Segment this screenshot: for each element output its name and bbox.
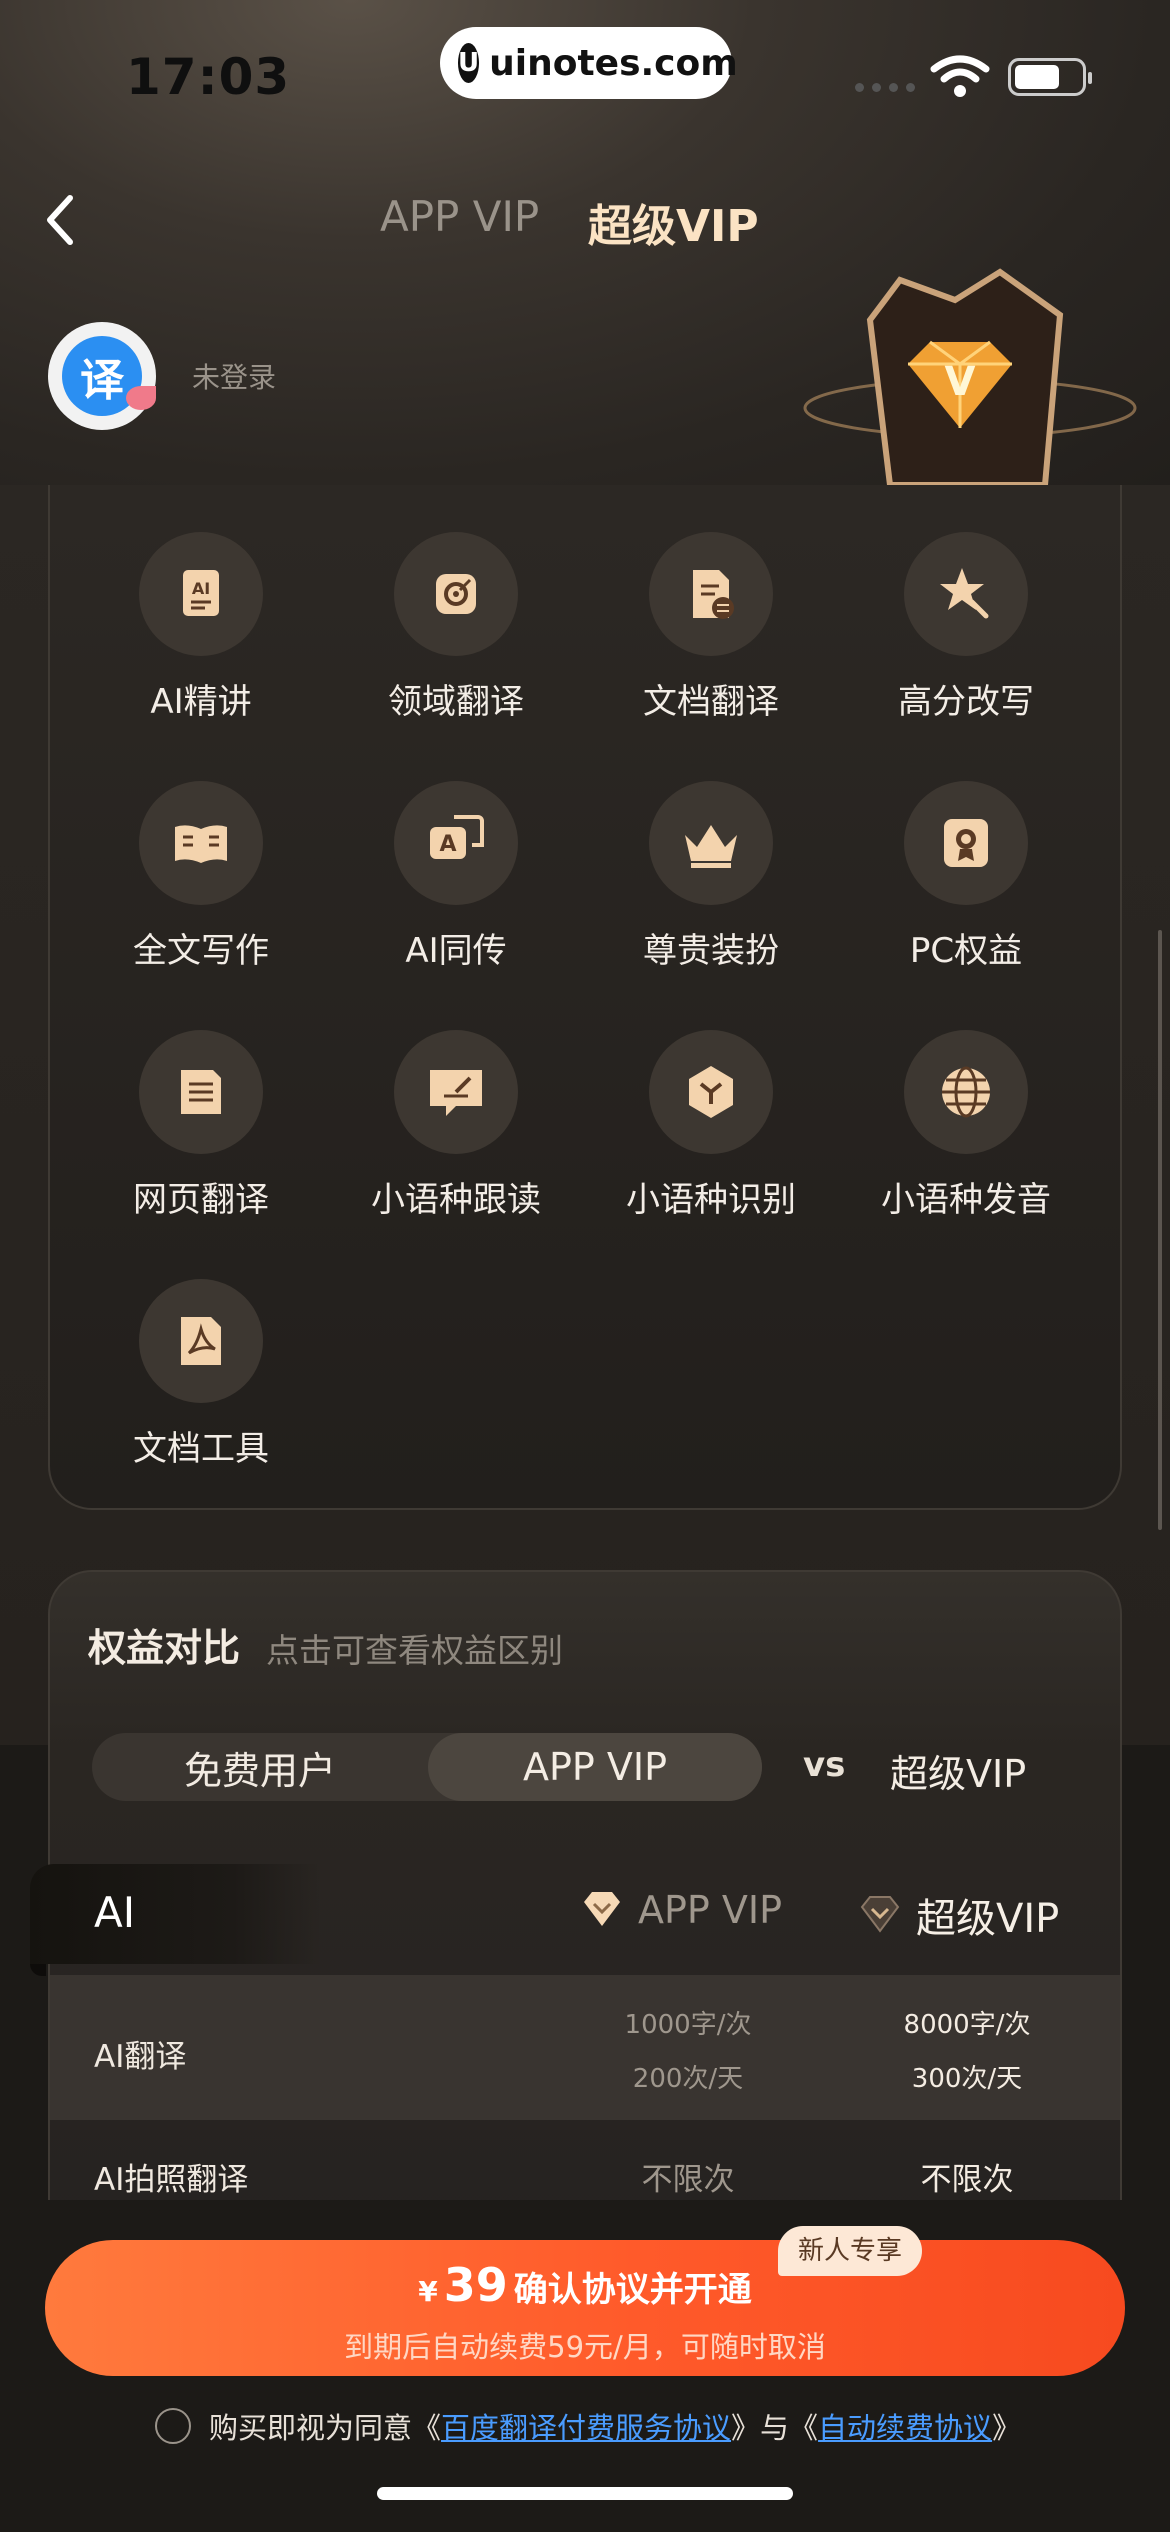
feature-item[interactable]: A AI同传 [328,781,584,972]
home-indicator[interactable] [377,2487,793,2500]
avatar[interactable]: 译 [48,322,156,430]
column-header-app-vip: APP VIP [578,1888,782,1932]
feature-label: 文档翻译 [643,682,779,722]
tab-super-vip[interactable]: 超级VIP [588,190,759,254]
feature-item[interactable]: 文档工具 [73,1279,329,1470]
svg-text:V: V [945,359,976,405]
ai-lecture-icon: AI [139,532,263,656]
wifi-icon [930,55,990,97]
feature-item[interactable]: 全文写作 [73,781,329,972]
feature-item[interactable]: 小语种识别 [583,1030,839,1221]
feature-item[interactable]: 高分改写 [838,532,1094,723]
back-arrow-icon[interactable] [40,190,80,250]
confirm-purchase-button[interactable]: ¥39 确认协议并开通 到期后自动续费59元/月，可随时取消 [45,2240,1125,2376]
renewal-note: 到期后自动续费59元/月，可随时取消 [344,2330,826,2364]
status-time: 17:03 [126,48,291,106]
newbie-badge: 新人专享 [778,2226,923,2276]
feature-label: 领域翻译 [388,682,524,722]
feature-label: AI同传 [405,931,507,971]
signal-icon [855,83,915,92]
feature-item[interactable]: 尊贵装扮 [583,781,839,972]
chat-pen-icon [394,1030,518,1154]
pdf-icon [139,1279,263,1403]
row-super-value: 300次/天 [911,2064,1023,2094]
magic-star-icon [904,532,1028,656]
feature-label: PC权益 [909,931,1023,971]
svg-text:A: A [439,832,456,857]
table-row[interactable] [50,1975,1120,2120]
tab-app-vip[interactable]: APP VIP [380,192,539,241]
currency-symbol: ¥ [418,2275,438,2308]
cube-icon [649,1030,773,1154]
agree-checkbox[interactable] [155,2408,191,2444]
row-app-value: 200次/天 [632,2064,744,2094]
feature-item[interactable]: PC权益 [838,781,1094,972]
service-agreement-link[interactable]: 百度翻译付费服务协议 [441,2405,731,2447]
row-app-value: 不限次 [641,2162,735,2198]
segment-super-vip[interactable]: 超级VIP [890,1743,1026,1798]
certificate-icon [904,781,1028,905]
scrollbar[interactable] [1158,930,1162,1530]
avatar-char: 译 [80,355,124,406]
purchase-button-label: 确认协议并开通 [513,2270,752,2310]
compare-subtitle[interactable]: 点击可查看权益区别 [266,1624,563,1672]
feature-item[interactable]: 小语种跟读 [328,1030,584,1221]
row-app-value: 1000字/次 [624,2010,752,2040]
feature-item[interactable]: 领域翻译 [328,532,584,723]
feature-item[interactable]: 文档翻译 [583,532,839,723]
row-super-value: 不限次 [920,2162,1014,2198]
row-label-photo-translate: AI拍照翻译 [94,2162,249,2198]
simultaneous-interpret-icon: A [394,781,518,905]
login-status[interactable]: 未登录 [192,356,276,396]
super-vip-badge-icon: V [803,268,1137,485]
feature-item[interactable]: AI AI精讲 [73,532,329,723]
segment-free-user[interactable]: 免费用户 [92,1733,428,1801]
feature-label: 网页翻译 [133,1180,269,1220]
compare-segment: 免费用户 APP VIP [92,1733,762,1801]
dark-diamond-icon [860,1896,900,1933]
feature-label: 小语种识别 [626,1180,796,1220]
open-book-icon [139,781,263,905]
feature-label: AI精讲 [150,682,252,722]
price: 39 [443,2258,508,2312]
watermark-text: uinotes.com [489,42,738,84]
globe-icon [904,1030,1028,1154]
segment-app-vip[interactable]: APP VIP [428,1733,762,1801]
target-icon [394,532,518,656]
feature-label: 全文写作 [133,931,269,971]
document-translate-icon [649,532,773,656]
feature-item[interactable]: 小语种发音 [838,1030,1094,1221]
feature-label: 高分改写 [898,682,1034,722]
crown-icon [649,781,773,905]
feature-label: 小语种跟读 [371,1180,541,1220]
vs-label: vs [803,1745,846,1785]
column-header-super-vip: 超级VIP [856,1886,1059,1944]
agreement-line: 购买即视为同意《 百度翻译付费服务协议 》与《 自动续费协议》 [155,2405,1021,2447]
compare-title: 权益对比 [88,1626,241,1670]
feature-item[interactable]: 网页翻译 [73,1030,329,1221]
feature-label: 尊贵装扮 [643,931,779,971]
diamond-icon [584,1892,620,1926]
section-tag-ai: AI [30,1864,320,1976]
battery-icon [1008,58,1092,96]
webpage-icon [139,1030,263,1154]
feature-label: 小语种发音 [881,1180,1051,1220]
watermark-badge: U uinotes.com [440,27,738,99]
feature-label: 文档工具 [133,1429,269,1469]
auto-renew-agreement-link[interactable]: 自动续费协议 [818,2405,992,2447]
row-label-ai-translate: AI翻译 [94,2039,187,2075]
row-super-value: 8000字/次 [903,2010,1031,2040]
watermark-logo-icon: U [458,43,480,83]
svg-text:AI: AI [192,579,210,598]
